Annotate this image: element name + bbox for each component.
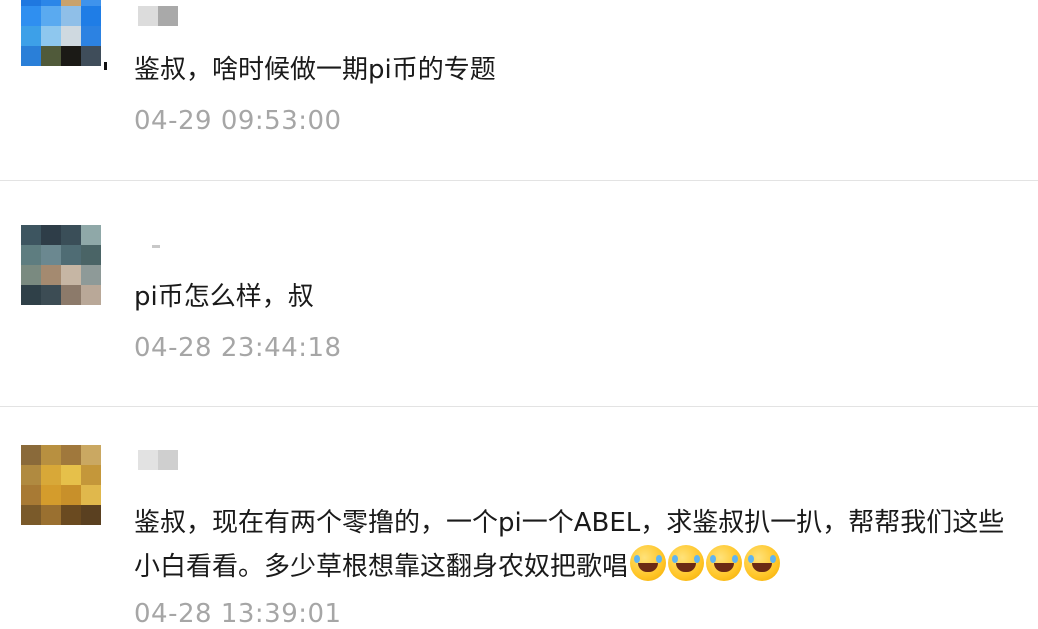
comment-text: 鉴叔，啥时候做一期pi币的专题 (134, 55, 496, 85)
comment-item: 鉴叔，现在有两个零撸的，一个pi一个ABEL，求鉴叔扒一扒，帮帮我们这些小白看看… (0, 407, 1038, 629)
comment-text-content: 鉴叔，现在有两个零撸的，一个pi一个ABEL，求鉴叔扒一扒，帮帮我们这些小白看看… (134, 508, 1005, 582)
username-blurred[interactable] (138, 450, 178, 470)
username-blurred[interactable] (138, 6, 178, 26)
comment-text: pi币怎么样，叔 (134, 282, 314, 312)
tears-of-joy-icon (744, 545, 781, 581)
laughing-rolling-icon (668, 545, 705, 581)
comment-item: 鉴叔，啥时候做一期pi币的专题 04-29 09:53:00 (0, 0, 1038, 180)
avatar[interactable] (21, 0, 101, 66)
avatar[interactable] (21, 225, 101, 305)
comment-text: 鉴叔，现在有两个零撸的，一个pi一个ABEL，求鉴叔扒一扒，帮帮我们这些小白看看… (134, 501, 1024, 589)
comment-timestamp: 04-29 09:53:00 (134, 106, 342, 136)
comment-timestamp: 04-28 13:39:01 (134, 599, 342, 629)
decoration-mark (104, 62, 107, 70)
avatar[interactable] (21, 445, 101, 525)
username-blurred[interactable] (138, 245, 160, 248)
laughing-rolling-icon (630, 545, 667, 581)
tears-of-joy-icon (706, 545, 743, 581)
comment-item: pi币怎么样，叔 04-28 23:44:18 (0, 181, 1038, 406)
comment-timestamp: 04-28 23:44:18 (134, 333, 342, 363)
